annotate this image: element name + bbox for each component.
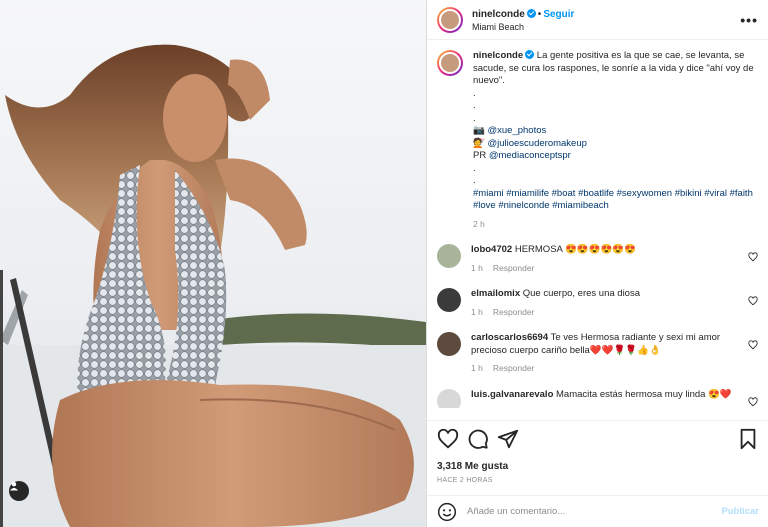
caption-dot: . <box>473 112 476 124</box>
commenter-username[interactable]: elmailomix <box>471 288 520 299</box>
makeup-emoji-icon: 💇 <box>473 137 485 149</box>
user-icon <box>10 482 18 491</box>
like-comment-heart-icon[interactable] <box>748 396 758 407</box>
comment-text: Que cuerpo, eres una diosa <box>522 288 640 299</box>
comment-item: luis.galvanarevalo Mamacita estás hermos… <box>437 388 758 409</box>
comment-text: HERMOSA 😍😍😍😍😍😍 <box>514 244 636 255</box>
action-icons <box>437 427 759 451</box>
camera-emoji-icon: 📷 <box>473 125 485 136</box>
bookmark-save-icon[interactable] <box>737 428 759 450</box>
reply-button[interactable]: Responder <box>493 363 535 373</box>
commenter-username[interactable]: luis.galvanarevalo <box>471 389 553 400</box>
comment-time: 1 h <box>471 306 483 317</box>
photo-illustration <box>0 0 426 527</box>
commenter-avatar[interactable] <box>437 332 461 356</box>
like-heart-icon[interactable] <box>437 428 459 450</box>
comment-meta: 1 h Responder <box>471 362 740 375</box>
caption-body: ninelconde La gente positiva es la que s… <box>473 50 758 230</box>
caption: ninelconde La gente positiva es la que s… <box>437 50 758 230</box>
comment-meta: 1 h Responder <box>471 262 740 275</box>
share-paper-plane-icon[interactable] <box>497 428 519 450</box>
post-location[interactable]: Miami Beach <box>472 21 574 33</box>
separator-dot: • <box>537 8 542 20</box>
comment-meta: 1 h Responder <box>471 306 740 319</box>
add-comment-bar: Publicar <box>427 495 768 527</box>
post-sidebar: ninelconde • Seguir Miami Beach ••• ninelc… <box>426 0 768 527</box>
comment-time: 1 h <box>471 363 483 373</box>
post-photo[interactable] <box>0 0 426 527</box>
commenter-username[interactable]: lobo4702 <box>471 244 512 255</box>
commenter-avatar[interactable] <box>437 244 461 268</box>
likes-count[interactable]: 3,318 Me gusta <box>437 461 759 472</box>
publish-button[interactable]: Publicar <box>722 506 760 517</box>
like-comment-heart-icon[interactable] <box>748 252 758 262</box>
comment-body: luis.galvanarevalo Mamacita estás hermos… <box>471 389 758 409</box>
commenter-username[interactable]: carloscarlos6694 <box>471 332 548 343</box>
comment-item: elmailomix Que cuerpo, eres una diosa 1 … <box>437 288 758 318</box>
like-comment-heart-icon[interactable] <box>748 340 758 350</box>
comment-body: carloscarlos6694 Te ves Hermosa radiante… <box>471 332 758 375</box>
author-info: ninelconde • Seguir Miami Beach <box>472 7 574 33</box>
photographer-mention[interactable]: @xue_photos <box>487 125 546 136</box>
like-comment-heart-icon[interactable] <box>748 296 758 306</box>
comment-input[interactable] <box>467 506 722 517</box>
comment-item: lobo4702 HERMOSA 😍😍😍😍😍😍 1 h Responder <box>437 244 758 274</box>
author-username[interactable]: ninelconde <box>472 9 525 20</box>
comment-body: elmailomix Que cuerpo, eres una diosa 1 … <box>471 288 758 318</box>
author-avatar[interactable] <box>437 6 463 33</box>
caption-hashtags[interactable]: #miami #miamilife #boat #boatlife #sexyw… <box>473 188 758 213</box>
pr-mention[interactable]: @mediaconceptspr <box>489 150 571 161</box>
reply-button[interactable]: Responder <box>493 307 535 317</box>
comments-scroll-area[interactable]: ninelconde La gente positiva es la que s… <box>427 40 768 408</box>
pr-label: PR <box>473 150 487 161</box>
post-timestamp: HACE 2 HORAS <box>437 477 493 484</box>
commenter-avatar[interactable] <box>437 288 461 312</box>
caption-avatar[interactable] <box>437 50 463 76</box>
post-actions: 3,318 Me gusta HACE 2 HORAS <box>427 420 768 490</box>
comment-time: 1 h <box>471 262 483 273</box>
caption-dot: . <box>473 175 476 186</box>
comment-bubble-icon[interactable] <box>467 428 489 450</box>
more-options-button[interactable]: ••• <box>740 12 758 28</box>
post-header: ninelconde • Seguir Miami Beach ••• <box>427 0 768 40</box>
caption-dot: . <box>473 162 476 174</box>
emoji-smiley-icon[interactable] <box>437 502 457 522</box>
commenter-avatar[interactable] <box>437 388 461 408</box>
verified-badge-icon <box>525 50 535 59</box>
follow-button[interactable]: Seguir <box>543 9 574 20</box>
comment-text: Mamacita estás hermosa muy linda 😍❤️ <box>556 388 732 400</box>
caption-time: 2 h <box>473 218 485 229</box>
reply-button[interactable]: Responder <box>493 263 535 273</box>
comment-item: carloscarlos6694 Te ves Hermosa radiante… <box>437 332 758 375</box>
caption-dot: . <box>473 87 476 99</box>
tagged-users-button[interactable] <box>9 481 29 501</box>
comment-body: lobo4702 HERMOSA 😍😍😍😍😍😍 1 h Responder <box>471 244 758 274</box>
instagram-post-modal: ninelconde • Seguir Miami Beach ••• ninelc… <box>0 0 768 527</box>
caption-dot: . <box>473 100 476 111</box>
makeup-mention[interactable]: @julioescuderomakeup <box>487 138 586 149</box>
caption-username[interactable]: ninelconde <box>473 50 523 61</box>
verified-badge-icon <box>526 8 536 18</box>
